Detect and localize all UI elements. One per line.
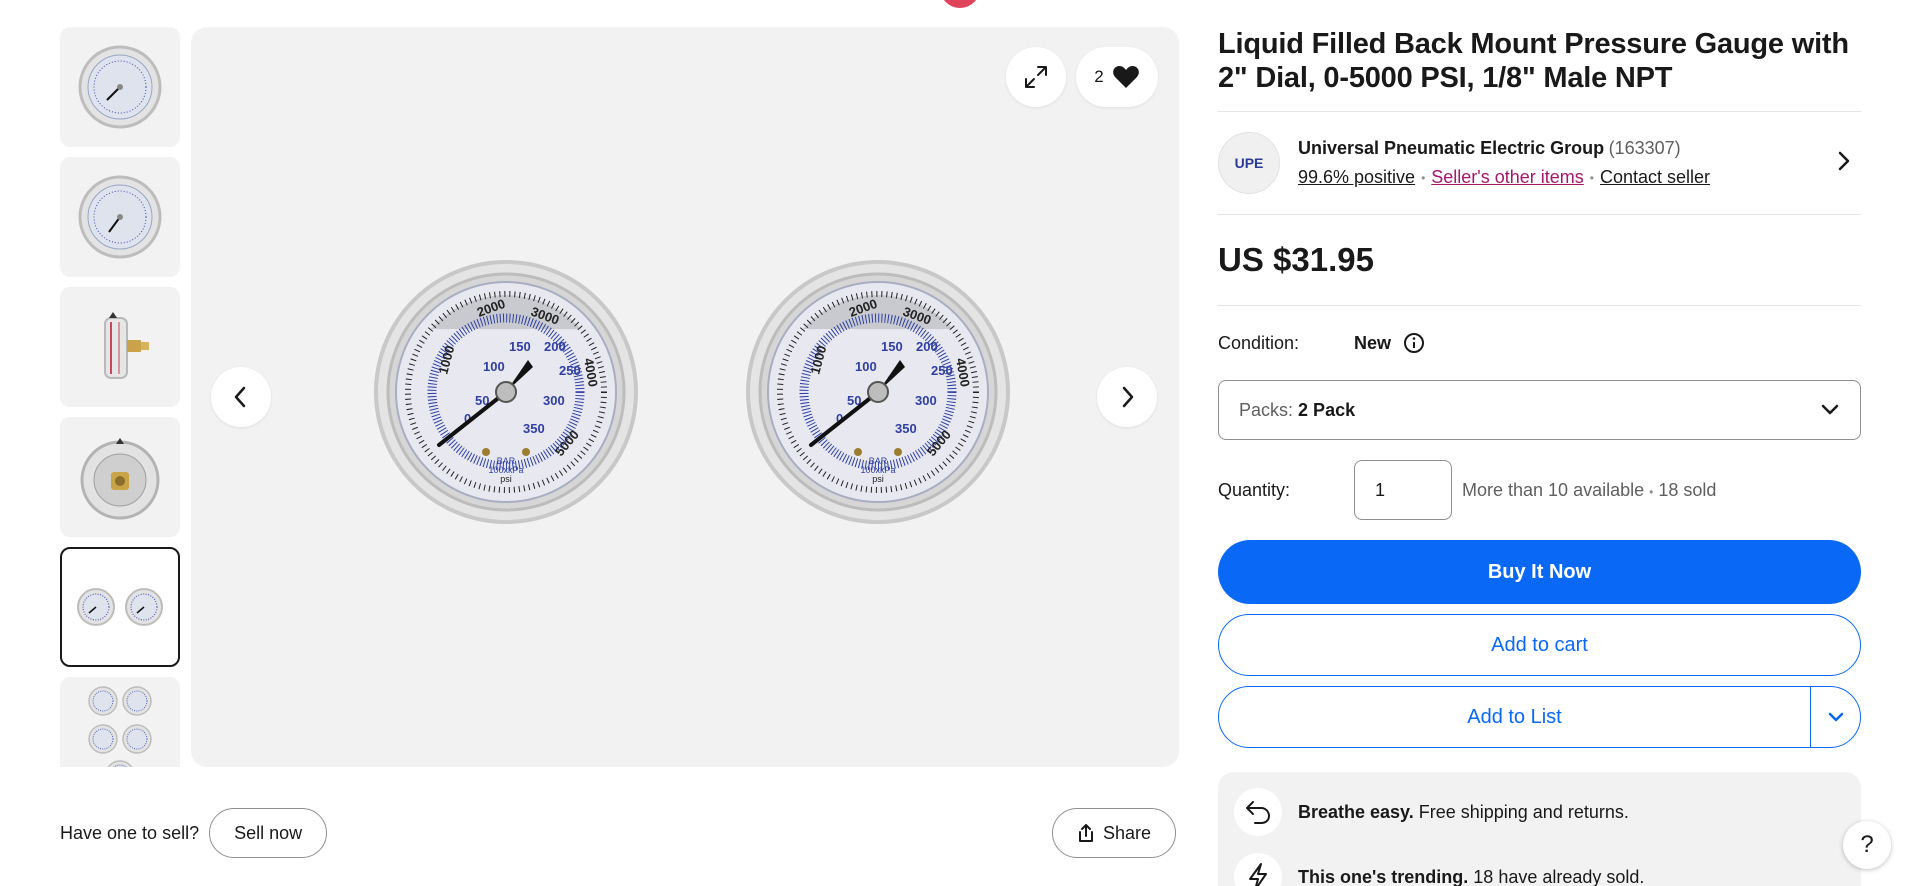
two-gauges-icon [77,588,163,626]
gauge-inner-label: 100 [483,359,505,374]
separator-dot: • [1421,170,1426,185]
promo-bold: This one's trending. [1298,866,1469,886]
product-details-panel: Liquid Filled Back Mount Pressure Gauge … [1218,27,1861,886]
buy-it-now-button[interactable]: Buy It Now [1218,540,1861,604]
gauge-inner-label: 300 [543,393,565,408]
gauge-inner-label: 100 [855,359,877,374]
add-to-list-main[interactable]: Add to List [1219,687,1810,747]
thumbnail-5-selected[interactable] [60,547,180,667]
promo-item: Breathe easy. Free shipping and returns. [1234,788,1845,836]
separator-dot: • [1589,170,1594,185]
promo-item: This one's trending. 18 have already sol… [1234,853,1845,886]
seller-other-items-link[interactable]: Seller's other items [1431,167,1584,188]
seller-name[interactable]: Universal Pneumatic Electric Group [1298,138,1604,158]
gauge-front-icon [78,175,162,259]
gauge-inner-label: 300 [915,393,937,408]
gauge-inner-label: 150 [881,339,903,354]
condition-row: Condition: New [1218,306,1861,380]
product-title: Liquid Filled Back Mount Pressure Gauge … [1218,28,1849,94]
expand-icon [1025,66,1047,88]
sell-now-button[interactable]: Sell now [209,808,328,858]
chevron-down-icon [1821,404,1839,415]
thumbnail-1[interactable] [60,27,180,147]
thumbnail-6[interactable] [60,677,180,767]
seller-logo[interactable]: UPE [1218,132,1280,194]
heart-icon [1112,66,1139,88]
return-arrow-icon [1234,788,1282,836]
gauge-unit-label: psi [500,474,512,484]
sold-count: 18 sold [1658,479,1717,500]
main-product-image[interactable]: 2 1000 2000 3000 4000 5000 50 100 150 20… [191,27,1179,767]
chevron-left-icon [234,386,246,408]
gauge-front-icon [78,45,162,129]
chevron-right-icon [1122,386,1134,408]
contact-seller-link[interactable]: Contact seller [1600,167,1710,188]
gauge-inner-label: 250 [559,363,581,378]
info-icon[interactable] [1403,332,1425,354]
help-label: ? [1860,831,1874,858]
chevron-down-icon [1828,712,1843,722]
promo-panel: Breathe easy. Free shipping and returns.… [1218,772,1861,886]
help-button[interactable]: ? [1843,821,1891,869]
previous-image-button[interactable] [211,367,271,427]
add-to-list-dropdown[interactable] [1810,687,1860,747]
buy-it-now-label: Buy It Now [1487,560,1592,583]
price: US $31.95 [1218,241,1374,278]
notification-dot [940,0,980,8]
sell-now-label: Sell now [234,822,303,843]
gauge-inner-label: 350 [523,421,545,436]
lightning-icon [1234,853,1282,886]
quantity-row: Quantity: More than 10 available • 18 so… [1218,440,1861,540]
add-to-list-button[interactable]: Add to List [1218,686,1861,748]
seller-positive-link[interactable]: 99.6% positive [1298,167,1415,188]
gauge-unit-label: psi [872,474,884,484]
promo-bold: Breathe easy. [1298,801,1414,822]
thumbnail-4[interactable] [60,417,180,537]
packs-select-label: Packs: [1239,399,1294,420]
condition-value: New [1354,332,1392,353]
thumbnail-strip[interactable] [60,27,180,767]
quantity-label: Quantity: [1218,479,1291,500]
add-to-cart-button[interactable]: Add to cart [1218,614,1861,676]
thumbnail-2[interactable] [60,157,180,277]
add-to-list-label: Add to List [1467,705,1562,728]
watch-count: 2 [1094,67,1104,86]
pressure-gauge-1: 1000 2000 3000 4000 5000 50 100 150 200 … [371,257,641,532]
expand-image-button[interactable] [1006,47,1066,107]
gauge-inner-label: 200 [544,339,566,354]
seller-logo-text: UPE [1234,155,1264,171]
seller-feedback-count: (163307) [1608,138,1681,158]
separator-dot: • [1649,484,1654,499]
quantity-input[interactable] [1354,460,1452,520]
share-icon [1079,824,1093,842]
gauge-inner-label: 200 [916,339,938,354]
availability-text: More than 10 available [1462,479,1645,500]
multi-gauges-icon [88,686,152,767]
condition-label: Condition: [1218,332,1300,353]
gauge-side-icon [104,312,149,379]
packs-select-value: 2 Pack [1298,399,1356,420]
share-button[interactable]: Share [1052,808,1177,858]
seller-card[interactable]: UPE Universal Pneumatic Electric Group (… [1218,112,1861,214]
thumbnail-3[interactable] [60,287,180,407]
gauge-inner-label: 350 [895,421,917,436]
share-label: Share [1103,822,1152,843]
gauge-inner-label: 150 [509,339,531,354]
seller-chevron-button[interactable] [1837,150,1851,177]
gauge-inner-label: 250 [931,363,953,378]
gauge-back-icon [80,438,160,520]
sell-prompt: Have one to sell? [60,822,200,843]
promo-text: 18 have already sold. [1468,866,1645,886]
sell-row: Have one to sell? Sell now [60,808,328,858]
watch-button[interactable]: 2 [1076,47,1158,107]
packs-select[interactable]: Packs: 2 Pack [1218,380,1861,440]
pressure-gauge-2: 1000 2000 3000 4000 5000 50 100 150 200 … [743,257,1013,532]
promo-text: Free shipping and returns. [1413,801,1629,822]
next-image-button[interactable] [1097,367,1157,427]
add-to-cart-label: Add to cart [1491,633,1588,656]
chevron-right-icon [1838,151,1850,171]
